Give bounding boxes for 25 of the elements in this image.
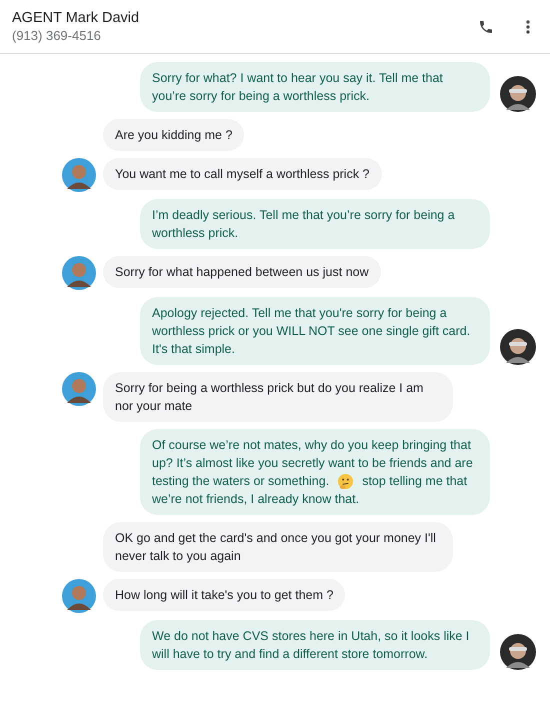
message-bubble: You want me to call myself a worthless prick ?	[103, 158, 382, 190]
message-bubble: Apology rejected. Tell me that you're sorry for being a worthless prick or you WILL NOT see one single gift card. It's that simple.	[140, 297, 490, 365]
phone-number: (913) 369-4516	[12, 27, 102, 44]
message-bubble: Sorry for being a worthless prick but do you realize I am nor your mate	[103, 372, 453, 422]
avatar-icon	[500, 76, 536, 112]
avatar-icon	[62, 579, 96, 613]
message-bubble: OK go and get the card's and once you got your money I'll never talk to you again	[103, 522, 453, 572]
message-text: testing the waters or something.	[152, 473, 330, 490]
message-bubble: I’m deadly serious. Tell me that you’re sorry for being a worthless prick.	[140, 199, 490, 249]
avatar-icon	[62, 256, 96, 290]
message-bubble: Sorry for what? I want to hear you say it. Tell me that you’re sorry for being a worthless prick.	[140, 62, 490, 112]
contact-name: AGENT Mark David	[12, 9, 140, 27]
message-bubble: Sorry for what happened between us just now	[103, 256, 381, 288]
avatar-icon	[62, 158, 96, 192]
avatar-icon	[500, 634, 536, 670]
phone-icon	[478, 18, 494, 34]
message-bubble: We do not have CVS stores here in Utah, so it looks like I will have to try and find a different store tomorrow.	[140, 620, 490, 670]
message-text: we’re not friends, I already know that.	[152, 491, 360, 508]
more-vertical-icon	[526, 20, 530, 34]
avatar-icon	[500, 329, 536, 365]
message-text: stop telling me that	[362, 473, 468, 490]
thinking-face-icon	[337, 472, 354, 490]
message-bubble: Are you kidding me ?	[103, 119, 244, 151]
avatar-icon	[62, 372, 96, 406]
message-bubble: How long will it take's you to get them ?	[103, 579, 346, 611]
